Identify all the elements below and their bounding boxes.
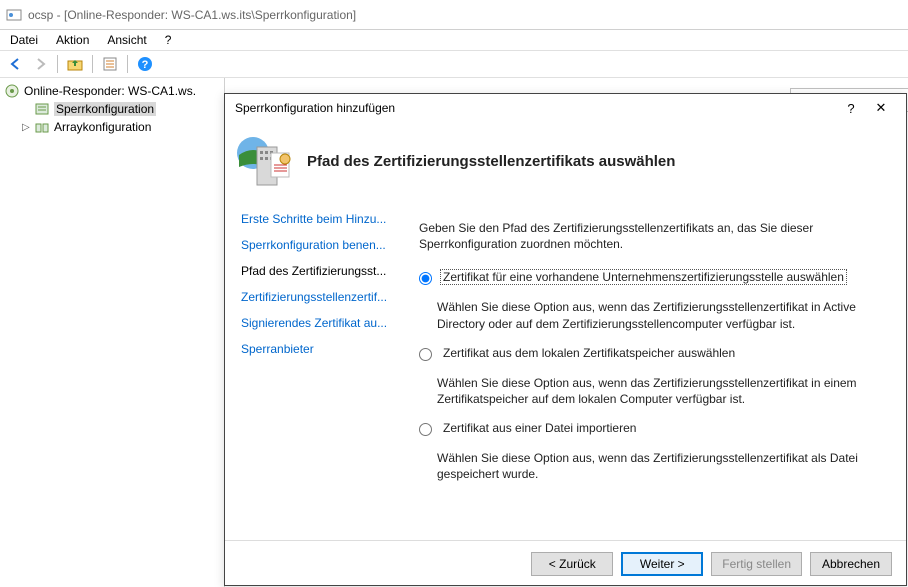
svg-text:?: ? bbox=[142, 59, 149, 71]
radio-desc-local-store: Wählen Sie diese Option aus, wenn das Ze… bbox=[437, 375, 882, 407]
radio-input-import-file[interactable] bbox=[419, 423, 432, 436]
properties-icon[interactable] bbox=[100, 54, 120, 74]
toolbar-separator bbox=[92, 55, 93, 73]
wizard-nav-step4[interactable]: Zertifizierungsstellenzertif... bbox=[241, 284, 397, 310]
radio-input-enterprise-ca[interactable] bbox=[419, 272, 432, 285]
main-window-titlebar: ocsp - [Online-Responder: WS-CA1.ws.its\… bbox=[0, 0, 908, 30]
menu-view[interactable]: Ansicht bbox=[107, 33, 146, 47]
radio-desc-enterprise-ca: Wählen Sie diese Option aus, wenn das Ze… bbox=[437, 299, 882, 331]
radio-label-import-file: Zertifikat aus einer Datei importieren bbox=[440, 420, 639, 436]
tree-node-label: Arraykonfiguration bbox=[54, 120, 151, 134]
wizard-nav-step3[interactable]: Pfad des Zertifizierungsst... bbox=[241, 258, 397, 284]
tree-node-arraykonfiguration[interactable]: ▷ Arraykonfiguration bbox=[0, 118, 224, 136]
nav-forward-icon bbox=[30, 54, 50, 74]
tree-node-label: Sperrkonfiguration bbox=[54, 102, 156, 116]
responder-icon bbox=[4, 83, 20, 99]
folder-up-icon[interactable] bbox=[65, 54, 85, 74]
toolbar: ? bbox=[0, 50, 908, 78]
wizard-nav: Erste Schritte beim Hinzu... Sperrkonfig… bbox=[225, 200, 397, 540]
wizard-header: Pfad des Zertifizierungsstellenzertifika… bbox=[225, 122, 906, 200]
menu-action[interactable]: Aktion bbox=[56, 33, 89, 47]
wizard-dialog: Sperrkonfiguration hinzufügen ? ✕ Pfad d… bbox=[224, 93, 907, 586]
radio-input-local-store[interactable] bbox=[419, 348, 432, 361]
next-button[interactable]: Weiter > bbox=[621, 552, 703, 576]
radio-option-enterprise-ca[interactable]: Zertifikat für eine vorhandene Unternehm… bbox=[419, 270, 882, 285]
wizard-title: Sperrkonfiguration hinzufügen bbox=[235, 101, 836, 115]
toolbar-separator bbox=[127, 55, 128, 73]
tree-root[interactable]: Online-Responder: WS-CA1.ws. bbox=[0, 82, 224, 100]
wizard-close-button[interactable]: ✕ bbox=[866, 100, 896, 116]
tree-view: Online-Responder: WS-CA1.ws. Sperrkonfig… bbox=[0, 78, 225, 587]
help-icon[interactable]: ? bbox=[135, 54, 155, 74]
menu-file[interactable]: Datei bbox=[10, 33, 38, 47]
toolbar-separator bbox=[57, 55, 58, 73]
wizard-nav-step2[interactable]: Sperrkonfiguration benen... bbox=[241, 232, 397, 258]
wizard-header-title: Pfad des Zertifizierungsstellenzertifika… bbox=[307, 153, 675, 170]
wizard-body: Erste Schritte beim Hinzu... Sperrkonfig… bbox=[225, 200, 906, 540]
wizard-footer: < Zurück Weiter > Fertig stellen Abbrech… bbox=[225, 540, 906, 586]
radio-group-cert-source: Zertifikat für eine vorhandene Unternehm… bbox=[419, 270, 882, 482]
tree-expand-icon[interactable]: ▷ bbox=[22, 122, 34, 133]
array-icon bbox=[34, 119, 50, 135]
wizard-nav-step6[interactable]: Sperranbieter bbox=[241, 336, 397, 362]
wizard-help-button[interactable]: ? bbox=[836, 101, 866, 116]
cancel-button[interactable]: Abbrechen bbox=[810, 552, 892, 576]
config-icon bbox=[34, 101, 50, 117]
main-window-title: ocsp - [Online-Responder: WS-CA1.ws.its\… bbox=[28, 8, 356, 22]
wizard-titlebar: Sperrkonfiguration hinzufügen ? ✕ bbox=[225, 94, 906, 122]
wizard-nav-step1[interactable]: Erste Schritte beim Hinzu... bbox=[241, 206, 397, 232]
menu-help[interactable]: ? bbox=[165, 33, 172, 47]
tree-root-label: Online-Responder: WS-CA1.ws. bbox=[24, 84, 196, 98]
radio-label-local-store: Zertifikat aus dem lokalen Zertifikatspe… bbox=[440, 345, 738, 361]
wizard-header-icon bbox=[235, 133, 291, 189]
back-button[interactable]: < Zurück bbox=[531, 552, 613, 576]
ocsp-app-icon bbox=[6, 7, 22, 23]
wizard-nav-step5[interactable]: Signierendes Zertifikat au... bbox=[241, 310, 397, 336]
menubar: Datei Aktion Ansicht ? bbox=[0, 30, 908, 50]
nav-back-icon[interactable] bbox=[6, 54, 26, 74]
wizard-intro-text: Geben Sie den Pfad des Zertifizierungsst… bbox=[419, 220, 882, 252]
finish-button: Fertig stellen bbox=[711, 552, 802, 576]
radio-option-local-store[interactable]: Zertifikat aus dem lokalen Zertifikatspe… bbox=[419, 346, 882, 361]
radio-option-import-file[interactable]: Zertifikat aus einer Datei importieren bbox=[419, 421, 882, 436]
radio-label-enterprise-ca: Zertifikat für eine vorhandene Unternehm… bbox=[440, 269, 847, 285]
radio-desc-import-file: Wählen Sie diese Option aus, wenn das Ze… bbox=[437, 450, 882, 482]
wizard-content: Geben Sie den Pfad des Zertifizierungsst… bbox=[397, 200, 906, 540]
tree-node-sperrkonfiguration[interactable]: Sperrkonfiguration bbox=[0, 100, 224, 118]
